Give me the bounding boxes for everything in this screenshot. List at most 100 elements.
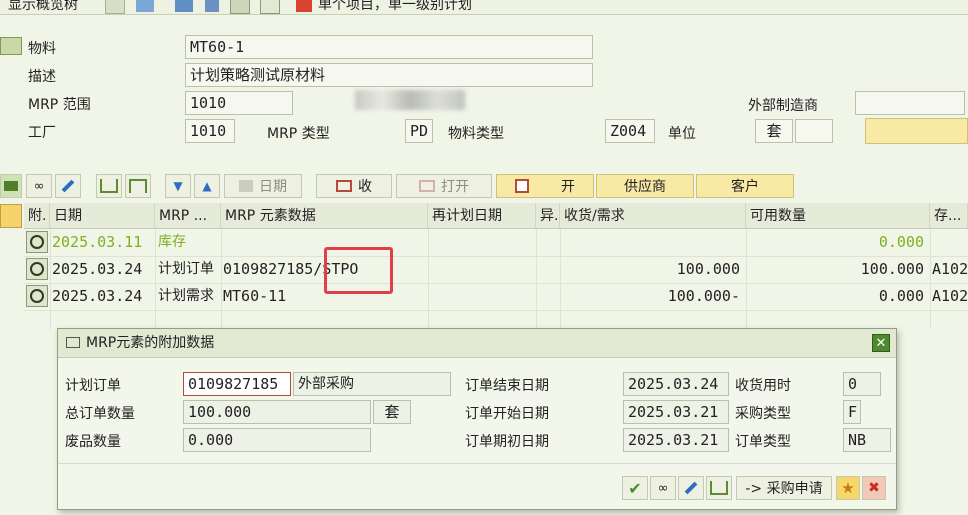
glasses-button[interactable]: ∞ <box>26 174 52 198</box>
glasses-icon: ∞ <box>657 480 669 496</box>
table-row: 2025.03.24 计划订单 0109827185/STPO 100.000 … <box>24 256 968 284</box>
gr-time-field[interactable]: 0 <box>843 372 881 396</box>
description-label: 描述 <box>28 69 56 85</box>
edit-button[interactable] <box>55 174 81 198</box>
proc-type-field[interactable]: F <box>843 400 861 424</box>
row-storage: A102 <box>932 287 968 305</box>
material-field[interactable]: MT60-1 <box>185 35 593 59</box>
confirm-button[interactable]: ✔ <box>622 476 648 500</box>
total-qty-field[interactable]: 100.000 <box>183 400 371 424</box>
purchase-requisition-button[interactable]: -> 采购申请 <box>736 476 832 500</box>
order-type-field[interactable]: NB <box>843 428 891 452</box>
col-header-exception[interactable]: 异. <box>536 203 560 229</box>
unit-field[interactable]: 套 <box>755 119 793 143</box>
favorite-button[interactable]: ★ <box>836 476 860 500</box>
receipt-button[interactable]: 收 <box>316 174 392 198</box>
glasses-button[interactable]: ∞ <box>650 476 676 500</box>
expand-icon <box>4 181 18 191</box>
star-icon: ★ <box>841 479 855 497</box>
mrp-type-label: MRP 类型 <box>267 126 330 142</box>
material-type-field[interactable]: Z004 <box>605 119 655 143</box>
order-end-date-field[interactable]: 2025.03.24 <box>623 372 729 396</box>
toolbar-icon-4[interactable] <box>205 0 219 12</box>
description-field[interactable]: 计划策略测试原材料 <box>185 63 593 87</box>
dialog-window-icon <box>66 337 80 348</box>
col-header-available[interactable]: 可用数量 <box>746 203 930 229</box>
top-toolbar: 显示概览树 单个项目，单一级别计划 <box>0 0 968 15</box>
expand-button[interactable] <box>0 174 22 198</box>
cancel-x-icon: ✖ <box>868 480 880 496</box>
vendor-button[interactable]: 供应商 <box>596 174 694 198</box>
col-header-reschedule[interactable]: 再计划日期 <box>428 203 536 229</box>
detail-magnifier-icon[interactable] <box>26 231 48 253</box>
order-type-label: 订单类型 <box>735 434 791 450</box>
receipt-label: 收 <box>358 179 372 195</box>
toolbar-icon-1[interactable] <box>105 0 125 14</box>
single-item-button[interactable]: 单个项目，单一级别计划 <box>318 0 472 14</box>
single-item-icon[interactable] <box>296 0 312 12</box>
detail-magnifier-icon[interactable] <box>26 285 48 307</box>
order-start-date-field[interactable]: 2025.03.21 <box>623 400 729 424</box>
col-header-receipt-req[interactable]: 收货/需求 <box>560 203 746 229</box>
total-qty-unit-field[interactable]: 套 <box>373 400 411 424</box>
mrp-type-field[interactable]: PD <box>405 119 433 143</box>
plant-field[interactable]: 1010 <box>185 119 235 143</box>
header-yellow-button[interactable] <box>865 118 968 144</box>
cancel-button[interactable]: ✖ <box>862 476 886 500</box>
ext-manufacturer-field[interactable] <box>855 91 965 115</box>
col-header-date[interactable]: 日期 <box>50 203 155 229</box>
check-icon: ✔ <box>628 478 642 498</box>
filter-down-button[interactable]: ▼ <box>165 174 191 198</box>
open-button[interactable]: 打开 <box>396 174 492 198</box>
date-label: 日期 <box>259 179 287 195</box>
row-qty: 100.000 <box>676 260 740 278</box>
hierarchy-icon <box>710 481 728 495</box>
procurement-field: 外部采购 <box>293 372 451 396</box>
dialog-close-button[interactable]: ✕ <box>872 334 890 352</box>
dialog-title-bar: MRP元素的附加数据 ✕ <box>58 329 896 358</box>
row-date: 2025.03.11 <box>52 233 143 251</box>
show-overview-tree-button[interactable]: 显示概览树 <box>8 0 78 14</box>
toolbar-icon-3[interactable] <box>175 0 193 12</box>
hierarchy-icon <box>100 179 118 193</box>
row-date: 2025.03.24 <box>52 287 143 305</box>
open2-button[interactable]: 开 <box>496 174 594 198</box>
customer-button[interactable]: 客户 <box>696 174 794 198</box>
col-header-storage[interactable]: 存... <box>930 203 968 229</box>
row-element: 库存 <box>158 234 186 250</box>
detail-magnifier-icon[interactable] <box>26 258 48 280</box>
mrp-area-field[interactable]: 1010 <box>185 91 293 115</box>
unit-label: 单位 <box>668 126 696 142</box>
material-toggle-icon[interactable] <box>0 37 22 55</box>
unit-extra-field[interactable] <box>795 119 833 143</box>
open2-label: 开 <box>561 179 575 195</box>
total-qty-label: 总订单数量 <box>65 406 135 422</box>
hierarchy-down-button[interactable] <box>125 174 151 198</box>
toolbar-icon-2[interactable] <box>136 0 154 12</box>
dialog-footer: ✔ ∞ -> 采购申请 ★ ✖ <box>58 463 896 510</box>
pencil-icon <box>61 179 75 193</box>
mrp-area-label: MRP 范围 <box>28 97 91 113</box>
plant-label: 工厂 <box>28 125 56 141</box>
date-button[interactable]: 日期 <box>224 174 302 198</box>
toolbar-icon-5[interactable] <box>230 0 250 14</box>
calendar-icon <box>515 179 529 193</box>
planned-order-field[interactable]: 0109827185 <box>183 372 291 396</box>
col-header-mrp[interactable]: MRP ... <box>155 203 221 229</box>
edit-button[interactable] <box>678 476 704 500</box>
filter-up-button[interactable]: ▲ <box>194 174 220 198</box>
grid-select-all-icon[interactable] <box>0 204 22 228</box>
open-label: 打开 <box>441 179 469 195</box>
hierarchy-button[interactable] <box>706 476 732 500</box>
hierarchy-up-button[interactable] <box>96 174 122 198</box>
scrap-qty-label: 废品数量 <box>65 434 121 450</box>
row-qty: 100.000- <box>667 287 740 305</box>
table-row: 2025.03.11 库存 0.000 <box>24 229 968 257</box>
scrap-qty-field[interactable]: 0.000 <box>183 428 371 452</box>
toolbar-icon-6[interactable] <box>260 0 280 14</box>
col-header-mrp-element-data[interactable]: MRP 元素数据 <box>221 203 428 229</box>
date-icon <box>239 180 253 192</box>
proc-type-label: 采购类型 <box>735 406 791 422</box>
order-open-date-field[interactable]: 2025.03.21 <box>623 428 729 452</box>
col-header-attach[interactable]: 附. <box>24 203 50 229</box>
